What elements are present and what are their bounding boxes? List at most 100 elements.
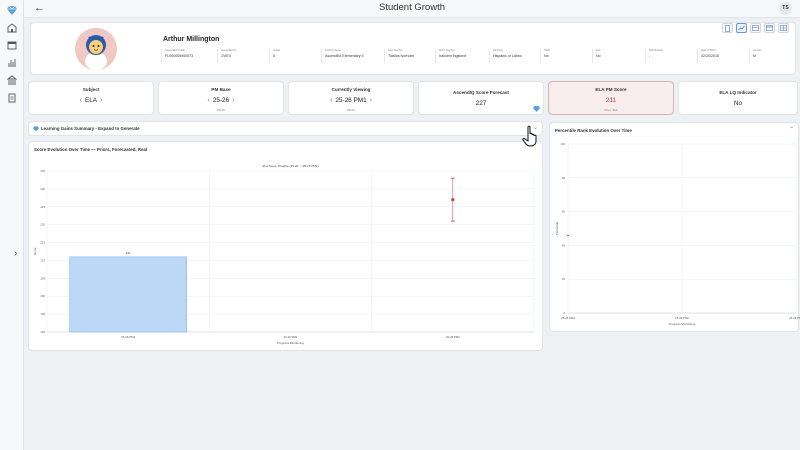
y-axis-label: Score (33, 247, 37, 255)
chevron-right-icon[interactable]: › (367, 97, 375, 104)
y-tick-label: 215 (40, 241, 45, 245)
y-tick-label: 40 (562, 243, 566, 247)
ela-pm-score-card[interactable]: ELA PM Score 211 Prior: 214 (548, 81, 674, 115)
viewing-selector[interactable]: ‹ 25-26 PM1 › (289, 97, 413, 104)
y-tick-label: 0 (563, 311, 565, 315)
y-tick-label: 80 (562, 176, 566, 180)
y-tick-label: 20 (562, 277, 566, 281)
y-tick-label: 230 (40, 187, 45, 191)
chevron-left-icon[interactable]: ‹ (77, 97, 85, 104)
subject-title: Subject (82, 87, 100, 92)
field-ela-teacher: ELA Teacher Tiashia Ivorholm (384, 49, 414, 63)
calendar-view-icon[interactable] (764, 23, 775, 33)
field-fleid: AscendEd FLEID FL000005900073 (161, 49, 193, 63)
field-ell: ELL No (592, 49, 601, 63)
forecast-point (451, 198, 455, 202)
y-tick-label: 60 (562, 210, 566, 214)
subject-card: Subject ‹ ELA › (28, 81, 154, 115)
pm-score-title: ELA PM Score (595, 87, 627, 92)
field-swd: SWD No (540, 49, 550, 63)
percentile-chart: 0 20 40 60 80 100 25-26 PM1 25-26 PM2 25-26 PM3 P… (555, 142, 800, 326)
x-axis-label: Progress Monitoring (277, 341, 304, 345)
list-view-icon[interactable] (750, 23, 761, 33)
y-tick-label: 200 (40, 294, 45, 298)
lq-title: ELA LQ Indicator (719, 90, 757, 95)
field-math-teacher: Math Teacher Iralowm Ingstone (435, 49, 466, 63)
pm-base-sub: 25-26 (217, 108, 225, 112)
user-avatar[interactable]: TS (779, 2, 792, 15)
y-tick-label: 235 (40, 169, 45, 173)
student-name: Arthur Millington (163, 36, 220, 43)
viewing-value: 25-26 PM1 (335, 97, 367, 104)
chart-view-icon[interactable] (736, 23, 747, 33)
chart-title: ELA Score Timeline (25-26 → 25-26 PM1) (262, 164, 318, 168)
x-tick-label: 25-26 PM3 (446, 335, 460, 339)
field-ethnicity: Ethnicity Hispanic or Latino (489, 49, 522, 63)
stats-icon[interactable] (5, 56, 19, 68)
field-504-data: 504/ID Data - (645, 49, 663, 63)
school-icon[interactable] (5, 22, 19, 34)
field-date-of-birth: Date of Birth 02/20/2015 (697, 49, 719, 63)
forecast-card: AscendIQ Score Forecast 227 (418, 81, 544, 115)
forecast-value: 227 (475, 100, 487, 107)
data-label: 211 (126, 251, 131, 255)
chevron-right-icon[interactable]: › (97, 97, 105, 104)
y-tick-label: 195 (40, 312, 45, 316)
gem-icon (533, 106, 540, 112)
phone-view-icon[interactable] (722, 23, 733, 33)
view-toggle-group (722, 23, 789, 33)
percentile-rank-panel: Percentile Rank Evolution Over Time ⌃ 02… (549, 122, 800, 332)
learning-gains-label: Learning Gains Summary - Expand to Gener… (41, 126, 140, 131)
grid-view-icon[interactable] (778, 23, 789, 33)
page-title: Student Growth (378, 2, 445, 13)
currently-viewing-card: Currently Viewing ‹ 25-26 PM1 › 25-26 (288, 81, 414, 115)
field-gender: Gender M (749, 49, 762, 63)
field-ascended-id: AscendEd ID 1VIEX (217, 49, 236, 63)
pm-score-prior: Prior: 214 (604, 108, 618, 112)
gem-icon (33, 126, 39, 132)
x-tick-label: 25-26 PM1 (121, 335, 135, 339)
pm-score-value: 211 (605, 97, 617, 104)
field-grade: Grade 5 (269, 49, 280, 63)
sidebar-expand-chevron-icon[interactable]: › (14, 248, 24, 260)
x-tick-label: 25-26 PM3 (789, 316, 800, 320)
subject-selector[interactable]: ‹ ELA › (29, 97, 153, 104)
calendar-icon[interactable] (5, 39, 19, 51)
y-tick-label: 225 (40, 205, 45, 209)
y-tick-label: 190 (40, 330, 45, 334)
x-tick-label: 25-26 PM1 (561, 316, 575, 320)
x-tick-label: 25-26 PM2 (675, 316, 689, 320)
pm-base-card: PM Base ‹ 25-26 › 25-26 (158, 81, 284, 115)
chevron-right-icon[interactable]: › (229, 97, 237, 104)
report-icon[interactable] (5, 92, 19, 104)
data-point (567, 234, 569, 237)
chevron-left-icon[interactable]: ‹ (204, 97, 212, 104)
bank-icon[interactable] (5, 74, 19, 86)
field-school-name: School Name AscendEd Elementary II (321, 49, 364, 63)
y-tick-label: 220 (40, 223, 45, 227)
viewing-sub: 25-26 (347, 108, 355, 112)
student-profile-card: Arthur Millington AscendEd FLEID FL000005… (30, 22, 796, 75)
learning-gains-summary-bar[interactable]: Learning Gains Summary - Expand to Gener… (28, 121, 543, 136)
x-tick-label: 25-26 PM2 (284, 335, 298, 339)
pm-base-value: 25-26 (212, 97, 230, 104)
score-evolution-panel: Score Evolution Over Time — Priors, Fore… (28, 141, 543, 351)
y-tick-label: 210 (40, 258, 45, 262)
top-bar: ← Student Growth TS (24, 0, 800, 18)
y-tick-label: 205 (40, 276, 45, 280)
y-axis-label: Percentile (555, 222, 559, 236)
lq-value: No (733, 100, 743, 107)
y-tick-label: 100 (560, 142, 565, 146)
bar (69, 256, 187, 333)
score-evolution-chart: ELA Score Timeline (25-26 → 25-26 PM1) 19… (33, 164, 535, 345)
viewing-title: Currently Viewing (331, 87, 371, 92)
student-avatar (75, 28, 117, 70)
pm-base-title: PM Base (211, 87, 231, 92)
forecast-title: AscendIQ Score Forecast (453, 90, 509, 95)
sidebar: › (0, 0, 24, 450)
x-axis-label: Progress Monitoring (669, 322, 696, 326)
hand-cursor-icon (522, 125, 537, 147)
ela-lq-indicator-card: ELA LQ Indicator No (678, 81, 798, 115)
gem-icon[interactable] (5, 4, 19, 16)
pm-base-selector[interactable]: ‹ 25-26 › (159, 97, 283, 104)
